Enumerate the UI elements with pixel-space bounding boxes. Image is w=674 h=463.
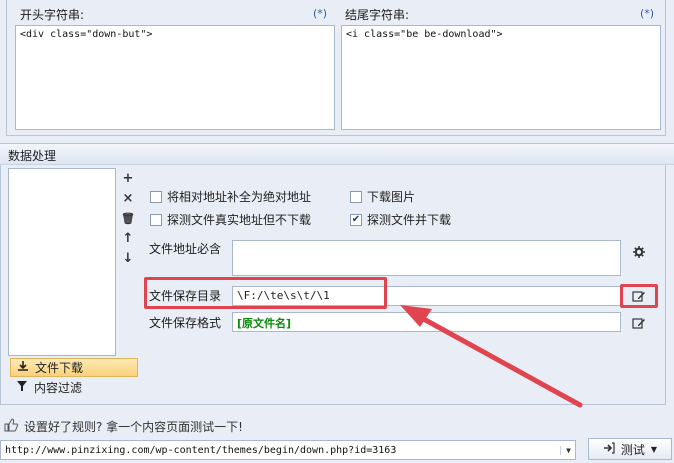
- end-string-textarea[interactable]: <i class="be be-download">: [341, 25, 661, 130]
- save-format-label: 文件保存格式: [149, 316, 222, 330]
- option-probe-real-label: 探测文件真实地址但不下载: [167, 213, 312, 227]
- data-processing-header: 数据处理: [0, 143, 674, 165]
- option-download-images[interactable]: 下载图片: [350, 188, 415, 205]
- tab-content-filter[interactable]: 内容过滤: [10, 378, 138, 397]
- trash-icon[interactable]: 🗑: [121, 211, 135, 227]
- move-up-icon[interactable]: ↑: [121, 231, 135, 247]
- end-required-mark: (*): [640, 7, 655, 20]
- test-button[interactable]: 测试 ▼: [588, 438, 672, 460]
- option-probe-download[interactable]: ✔ 探测文件并下载: [350, 211, 451, 228]
- option-complete-url[interactable]: 将相对地址补全为绝对地址: [150, 188, 311, 205]
- highlight-save-dir: [144, 277, 387, 309]
- login-arrow-icon: [603, 441, 615, 457]
- checkbox-download-images[interactable]: [350, 190, 362, 203]
- checkbox-complete-url[interactable]: [150, 190, 162, 203]
- start-string-label: 开头字符串:: [20, 8, 85, 22]
- dropdown-arrow-icon[interactable]: ▼: [560, 445, 571, 455]
- start-required-mark: (*): [313, 7, 328, 20]
- option-probe-download-label: 探测文件并下载: [367, 213, 452, 227]
- option-probe-real[interactable]: 探测文件真实地址但不下载: [150, 211, 311, 228]
- checkbox-probe-download[interactable]: ✔: [350, 213, 362, 226]
- add-icon[interactable]: +: [121, 171, 135, 187]
- tab-file-download[interactable]: 文件下载: [10, 358, 138, 377]
- test-hint-text: 设置好了规则? 拿一个内容页面测试一下!: [24, 420, 243, 434]
- edit-format-icon[interactable]: [628, 314, 650, 332]
- end-string-label: 结尾字符串:: [345, 8, 410, 22]
- data-processing-title: 数据处理: [8, 149, 57, 163]
- filter-icon: [16, 380, 28, 395]
- checkbox-probe-real[interactable]: [150, 213, 162, 226]
- url-must-contain-label: 文件地址必含: [149, 242, 222, 256]
- thumbs-up-icon: [4, 418, 19, 435]
- tab-content-filter-label: 内容过滤: [34, 381, 83, 395]
- rule-list[interactable]: [8, 168, 116, 356]
- annotation-arrow: [400, 305, 583, 408]
- edit-dir-icon[interactable]: [628, 287, 650, 305]
- tab-file-download-label: 文件下载: [35, 361, 84, 375]
- gear-icon[interactable]: [628, 243, 650, 261]
- remove-icon[interactable]: ×: [121, 191, 135, 207]
- test-url-value: http://www.pinzixing.com/wp-content/them…: [5, 444, 397, 456]
- chevron-down-icon: ▼: [650, 444, 658, 454]
- test-hint: 设置好了规则? 拿一个内容页面测试一下!: [4, 418, 243, 435]
- start-string-textarea[interactable]: <div class="down-but">: [15, 25, 335, 130]
- download-icon: [17, 360, 29, 375]
- url-must-contain-input[interactable]: [232, 240, 621, 276]
- test-button-label: 测试: [620, 442, 645, 457]
- test-url-input[interactable]: http://www.pinzixing.com/wp-content/them…: [0, 440, 576, 460]
- move-down-icon[interactable]: ↓: [121, 251, 135, 267]
- option-download-images-label: 下载图片: [367, 190, 416, 204]
- option-complete-url-label: 将相对地址补全为绝对地址: [167, 190, 312, 204]
